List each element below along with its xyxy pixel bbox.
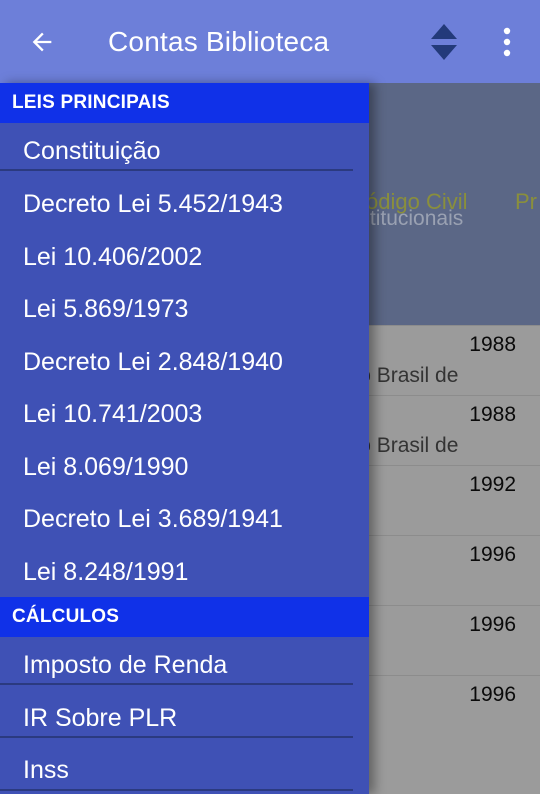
arrow-back-icon (32, 32, 52, 52)
item-year: 1992 (469, 473, 516, 496)
item-year: 1996 (469, 543, 516, 566)
item-year: 1996 (469, 613, 516, 636)
divider (0, 683, 353, 685)
nav-item-decreto-lei-2848[interactable]: Decreto Lei 2.848/1940 (0, 336, 369, 388)
divider (0, 736, 353, 738)
item-year: 1988 (469, 333, 516, 356)
section-header-leis-principais: LEIS PRINCIPAIS (0, 83, 369, 123)
item-year: 1988 (469, 403, 516, 426)
nav-item-inss[interactable]: Inss (0, 744, 369, 794)
navigation-drawer: LEIS PRINCIPAIS Constituição Decreto Lei… (0, 83, 369, 794)
divider (0, 789, 353, 791)
tab-next[interactable]: Pr (515, 189, 537, 215)
sort-updown-icon (431, 24, 457, 60)
app-bar: Contas Biblioteca (0, 0, 540, 83)
nav-item-lei-10406[interactable]: Lei 10.406/2002 (0, 231, 369, 283)
section-header-calculos: CÁLCULOS (0, 597, 369, 637)
nav-item-lei-5869[interactable]: Lei 5.869/1973 (0, 283, 369, 335)
more-vert-icon (503, 27, 511, 57)
item-year: 1996 (469, 683, 516, 706)
app-title: Contas Biblioteca (108, 26, 330, 57)
more-options-button[interactable] (490, 20, 524, 64)
divider (0, 169, 353, 171)
nav-item-lei-8248[interactable]: Lei 8.248/1991 (0, 546, 369, 598)
back-button[interactable] (22, 22, 62, 62)
nav-item-lei-8069[interactable]: Lei 8.069/1990 (0, 441, 369, 493)
nav-item-decreto-lei-3689[interactable]: Decreto Lei 3.689/1941 (0, 493, 369, 545)
nav-item-decreto-lei-5452[interactable]: Decreto Lei 5.452/1943 (0, 178, 369, 230)
sort-button[interactable] (424, 20, 464, 64)
nav-item-lei-10741[interactable]: Lei 10.741/2003 (0, 388, 369, 440)
